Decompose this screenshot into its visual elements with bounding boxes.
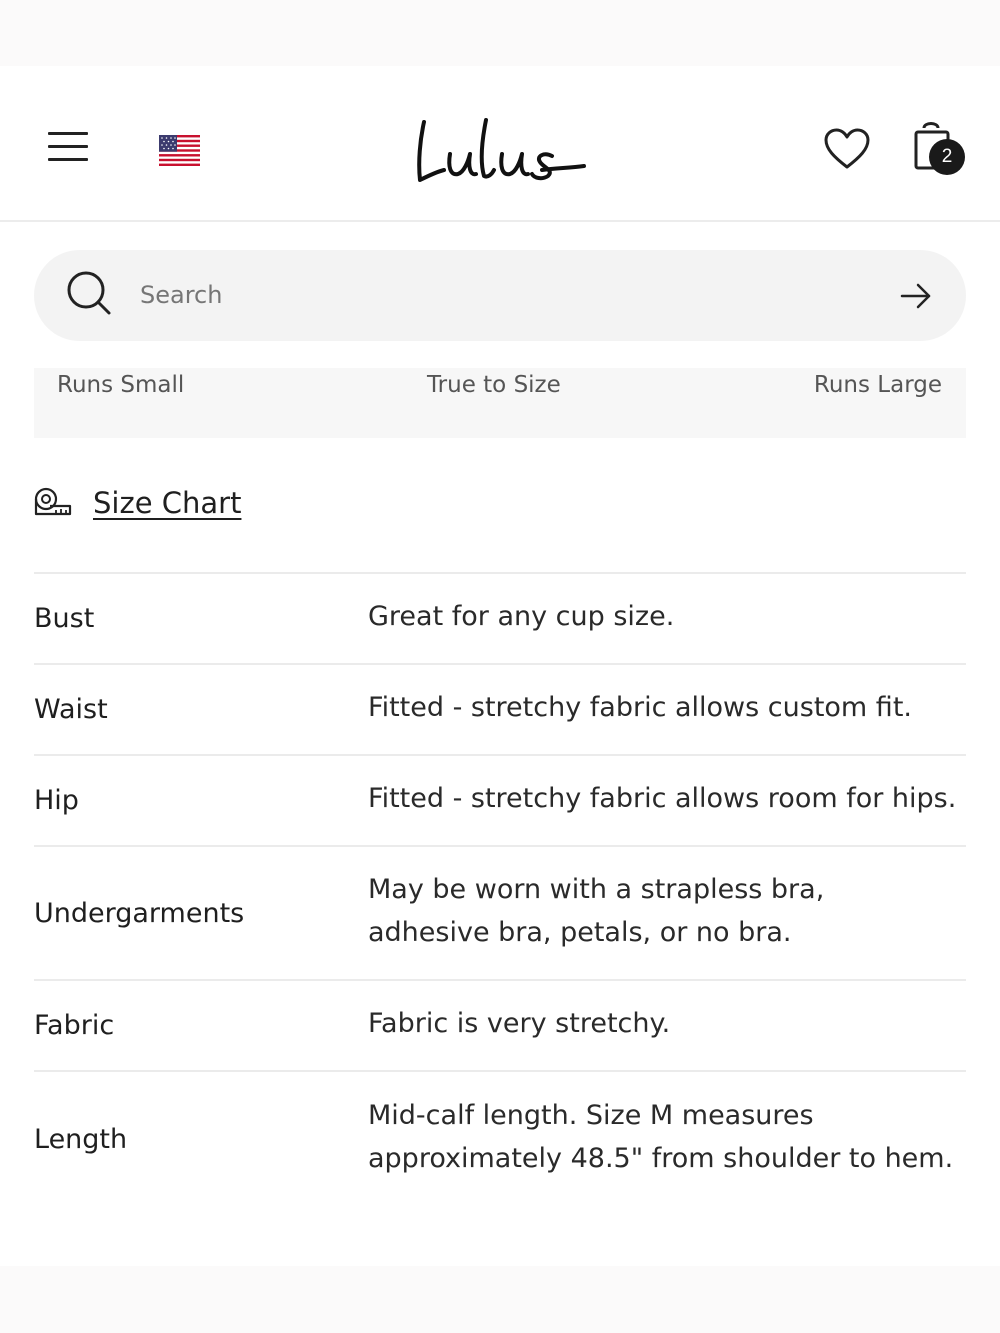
heart-icon[interactable] bbox=[824, 128, 870, 170]
fit-row-fabric: Fabric Fabric is very stretchy. bbox=[34, 981, 966, 1072]
search-icon bbox=[67, 271, 111, 315]
fit-row-length: Length Mid-calf length. Size M measures … bbox=[34, 1072, 966, 1206]
fit-attribute-description: May be worn with a strapless bra, adhesi… bbox=[368, 868, 966, 954]
fit-details-table: Bust Great for any cup size. Waist Fitte… bbox=[34, 572, 966, 1206]
description-line: Fitted - stretchy fabric allows room for… bbox=[368, 783, 957, 814]
hamburger-menu-icon[interactable] bbox=[48, 130, 88, 162]
fit-row-hip: Hip Fitted - stretchy fabric allows room… bbox=[34, 756, 966, 847]
fit-row-bust: Bust Great for any cup size. bbox=[34, 574, 966, 665]
description-line: adhesive bra, petals, or no bra. bbox=[368, 917, 792, 948]
fit-attribute-label: Undergarments bbox=[34, 897, 245, 929]
description-line: Mid-calf length. Size M measures bbox=[368, 1100, 814, 1131]
fit-attribute-description: Great for any cup size. bbox=[368, 595, 966, 638]
description-line: Fitted - stretchy fabric allows custom f… bbox=[368, 692, 912, 723]
search-input[interactable] bbox=[140, 272, 860, 318]
lulus-logo[interactable] bbox=[410, 110, 590, 190]
size-chart-link[interactable]: Size Chart bbox=[34, 483, 241, 523]
description-line: Great for any cup size. bbox=[368, 601, 675, 632]
fit-attribute-label: Hip bbox=[34, 785, 79, 816]
size-chart-label: Size Chart bbox=[93, 486, 242, 520]
measuring-tape-icon bbox=[34, 487, 72, 516]
fit-row-waist: Waist Fitted - stretchy fabric allows cu… bbox=[34, 665, 966, 756]
fit-attribute-description: Mid-calf length. Size M measures approxi… bbox=[368, 1094, 966, 1180]
fit-attribute-label: Waist bbox=[34, 694, 108, 725]
site-header: 2 bbox=[0, 66, 1000, 222]
description-line: approximately 48.5" from shoulder to hem… bbox=[368, 1143, 954, 1174]
fit-scale: Runs Small True to Size Runs Large bbox=[34, 368, 966, 438]
fit-scale-mid-label: True to Size bbox=[427, 372, 561, 398]
arrow-right-icon[interactable] bbox=[898, 278, 934, 314]
fit-attribute-label: Length bbox=[34, 1123, 128, 1155]
fit-row-undergarments: Undergarments May be worn with a straple… bbox=[34, 847, 966, 981]
description-line: May be worn with a strapless bra, bbox=[368, 874, 825, 905]
fit-scale-low-label: Runs Small bbox=[57, 372, 185, 398]
fit-attribute-description: Fitted - stretchy fabric allows custom f… bbox=[368, 686, 966, 729]
top-browser-strip bbox=[0, 0, 1000, 66]
us-flag-icon[interactable] bbox=[159, 135, 200, 166]
fit-attribute-description: Fabric is very stretchy. bbox=[368, 1002, 966, 1045]
fit-attribute-label: Fabric bbox=[34, 1010, 115, 1041]
search-bar[interactable] bbox=[34, 250, 966, 341]
cart-count-badge[interactable]: 2 bbox=[929, 139, 965, 175]
fit-scale-high-label: Runs Large bbox=[813, 372, 942, 398]
description-line: Fabric is very stretchy. bbox=[368, 1008, 671, 1039]
fit-attribute-description: Fitted - stretchy fabric allows room for… bbox=[368, 777, 966, 820]
bottom-browser-strip bbox=[0, 1266, 1000, 1333]
fit-attribute-label: Bust bbox=[34, 603, 95, 634]
